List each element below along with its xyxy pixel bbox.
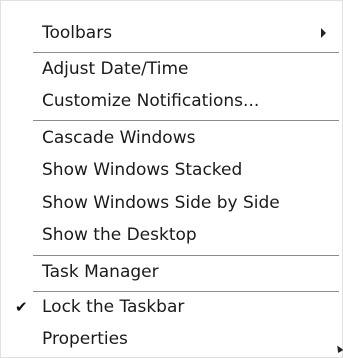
taskbar-context-menu: Toolbars Adjust Date/Time Customize Noti… [0, 0, 343, 358]
menu-item-label: Toolbars [42, 23, 113, 43]
menu-item-label: Cascade Windows [42, 128, 196, 148]
menu-item-label: Show Windows Stacked [42, 160, 243, 180]
menu-item-label: Adjust Date/Time [42, 59, 189, 79]
menu-item-cascade-windows[interactable]: Cascade Windows [3, 122, 339, 154]
checkmark-icon: ✔ [15, 298, 28, 316]
menu-item-task-manager[interactable]: Task Manager [3, 256, 339, 288]
menu-item-label: Show the Desktop [42, 225, 197, 245]
submenu-arrow-icon [321, 28, 326, 38]
menu-item-show-windows-stacked[interactable]: Show Windows Stacked [3, 154, 339, 186]
menu-item-customize-notifications[interactable]: Customize Notifications... [3, 85, 339, 117]
menu-separator [33, 120, 339, 121]
menu-item-label: Lock the Taskbar [42, 297, 185, 317]
menu-item-show-the-desktop[interactable]: Show the Desktop [3, 219, 339, 251]
menu-item-properties[interactable]: Properties [3, 323, 339, 355]
menu-item-label: Show Windows Side by Side [42, 193, 280, 213]
menu-item-label: Task Manager [42, 262, 159, 282]
menu-item-toolbars[interactable]: Toolbars [3, 17, 339, 49]
menu-item-show-windows-side-by-side[interactable]: Show Windows Side by Side [3, 187, 339, 219]
menu-item-label: Customize Notifications... [42, 91, 260, 111]
menu-item-adjust-date-time[interactable]: Adjust Date/Time [3, 53, 339, 85]
menu-item-label: Properties [42, 329, 128, 349]
menu-item-lock-the-taskbar[interactable]: ✔ Lock the Taskbar [3, 291, 339, 323]
